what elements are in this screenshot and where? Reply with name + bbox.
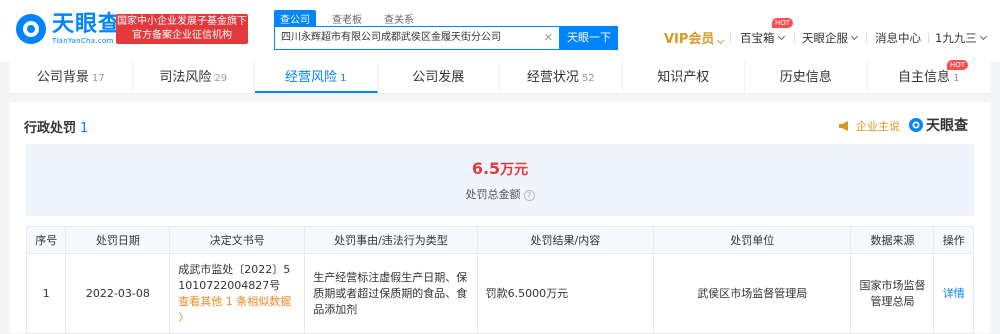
owner-say-label: 企业主说 <box>856 120 900 133</box>
column-header: 处罚日期 <box>65 226 171 254</box>
column-header: 数据来源 <box>850 226 935 254</box>
chevron-down-icon <box>979 32 987 41</box>
category-tabs: 公司背景 17 司法风险 29 经营风险 1 公司发展 经营状况 52 知识产权 历史信… <box>10 60 991 94</box>
logo-eye-icon <box>909 118 923 132</box>
tab-count: 17 <box>91 73 105 84</box>
divider <box>928 33 929 43</box>
owner-say-link[interactable]: 企业主说 <box>838 118 900 134</box>
table-header-row: 序号 处罚日期 决定文书号 处罚事由/违法行为类型 处罚结果/内容 处罚单位 数… <box>25 226 974 254</box>
column-header: 操作 <box>933 226 974 254</box>
logo[interactable]: 天眼查 TianYanCha.com <box>14 12 121 46</box>
panel-title-text: 行政处罚 <box>24 121 77 136</box>
tab-self-info[interactable]: 自主信息 1 HOT <box>868 60 991 93</box>
divider <box>794 33 795 43</box>
row-source: 国家市场监督管理总局 <box>850 253 935 334</box>
gov-badge-line2: 官方备案企业征信机构 <box>132 30 232 41</box>
view-similar-link[interactable]: 查看其他 1 条相似数据 〉 <box>178 294 296 326</box>
column-header: 决定文书号 <box>169 226 306 254</box>
panel-title: 行政处罚 1 <box>24 117 88 136</box>
tab-label: 经营状况 <box>526 70 579 85</box>
tab-judicial-risk[interactable]: 司法风险 29 <box>133 62 255 93</box>
user-menu[interactable]: 1九九三 <box>935 30 987 46</box>
admin-penalty-panel: 行政处罚 1 企业主说 天眼查 6.5万元 处罚总金额? 序号 处罚日期 决定文书 <box>10 102 990 334</box>
tab-label: 经营风险 <box>285 70 338 85</box>
tab-label: 司法风险 <box>159 70 212 85</box>
summary-label-text: 处罚总金额 <box>465 188 521 201</box>
search-tab-company[interactable]: 查公司 <box>274 10 316 27</box>
logo-text: 天眼查 <box>52 12 122 37</box>
search-button[interactable]: 天眼一下 <box>560 26 618 50</box>
brand-text: 天眼查 <box>926 118 968 134</box>
enterprise-label: 天眼企服 <box>802 31 848 45</box>
vip-link[interactable]: VIP会员 <box>664 28 725 47</box>
chevron-down-icon <box>777 32 785 41</box>
chevron-down-icon <box>717 36 725 45</box>
row-doc-number: 成武市监处〔2022〕51010722004827号 <box>178 262 291 292</box>
logo-eye-icon <box>16 14 46 44</box>
column-header: 序号 <box>25 226 67 254</box>
tab-company-background[interactable]: 公司背景 17 <box>10 62 133 93</box>
help-icon[interactable]: ? <box>523 189 535 201</box>
tab-count: 29 <box>214 73 228 84</box>
panel-count: 1 <box>80 121 89 136</box>
tab-count: 1 <box>953 73 960 84</box>
hot-badge: HOT <box>946 60 968 70</box>
tab-count: 1 <box>340 73 347 84</box>
logo-domain: TianYanCha.com <box>52 37 114 45</box>
tab-intellectual-property[interactable]: 知识产权 <box>623 62 745 93</box>
tab-business-risk[interactable]: 经营风险 1 <box>255 62 378 93</box>
divider <box>730 33 731 43</box>
tab-operating-status[interactable]: 经营状况 52 <box>500 62 623 93</box>
chevron-down-icon <box>850 32 859 41</box>
message-label: 消息中心 <box>875 31 921 45</box>
detail-link[interactable]: 详情 <box>933 253 974 334</box>
enterprise-menu[interactable]: 天眼企服 <box>802 30 859 46</box>
top-header: 天眼查 TianYanCha.com 国家中小企业发展子基金旗下 官方备案企业征… <box>0 0 1000 62</box>
summary-amount: 6.5万元 <box>26 159 974 179</box>
row-unit: 武侯区市场监督管理局 <box>653 253 852 334</box>
tab-company-development[interactable]: 公司发展 <box>378 62 500 93</box>
search-input-value: 四川永辉超市有限公司成都武侯区金履天街分公司 <box>281 32 501 43</box>
tab-label: 公司背景 <box>36 70 89 85</box>
tab-label: 公司发展 <box>412 70 465 85</box>
penalty-table: 序号 处罚日期 决定文书号 处罚事由/违法行为类型 处罚结果/内容 处罚单位 数… <box>25 226 974 334</box>
search-input[interactable]: 四川永辉超市有限公司成都武侯区金履天街分公司 ✕ <box>274 26 560 50</box>
summary-label: 处罚总金额? <box>26 186 974 202</box>
amount-unit: 万元 <box>500 162 529 178</box>
baibao-menu[interactable]: 百宝箱 <box>740 30 785 46</box>
column-header: 处罚结果/内容 <box>476 226 655 254</box>
row-date: 2022-03-08 <box>65 253 171 334</box>
megaphone-icon <box>839 121 848 131</box>
column-header: 处罚事由/违法行为类型 <box>304 226 478 254</box>
message-center-link[interactable]: 消息中心 <box>875 30 921 46</box>
column-header: 处罚单位 <box>653 226 852 254</box>
row-result: 罚款6.5000万元 <box>476 253 655 334</box>
row-reason: 生产经营标注虚假生产日期、保质期或者超过保质期的食品、食品添加剂 <box>304 253 478 334</box>
amount-value: 6.5 <box>471 159 501 178</box>
penalty-summary: 6.5万元 处罚总金额? <box>26 144 974 216</box>
row-doc-cell: 成武市监处〔2022〕51010722004827号 查看其他 1 条相似数据 … <box>169 253 306 334</box>
tab-label: 自主信息 <box>898 70 951 85</box>
baibao-label: 百宝箱 <box>740 31 775 45</box>
vip-label: VIP会员 <box>664 32 715 47</box>
tab-label: 历史信息 <box>779 70 832 85</box>
tab-history[interactable]: 历史信息 <box>745 62 868 93</box>
search-tab-relation[interactable]: 查关系 <box>378 10 420 27</box>
gov-badge-line1: 国家中小企业发展子基金旗下 <box>117 16 247 27</box>
tab-label: 知识产权 <box>657 70 710 85</box>
hot-badge: HOT <box>772 18 794 28</box>
row-index: 1 <box>25 253 67 334</box>
user-label: 1九九三 <box>935 31 977 45</box>
clear-icon[interactable]: ✕ <box>544 27 553 49</box>
tab-count: 52 <box>581 73 595 84</box>
divider <box>866 33 867 43</box>
search-type-tabs: 查公司 查老板 查关系 <box>274 10 430 27</box>
search-tab-boss[interactable]: 查老板 <box>326 10 368 27</box>
brand-logo: 天眼查 <box>908 115 968 135</box>
gov-badge[interactable]: 国家中小企业发展子基金旗下 官方备案企业征信机构 <box>116 14 248 44</box>
table-row: 1 2022-03-08 成武市监处〔2022〕51010722004827号 … <box>25 253 974 334</box>
